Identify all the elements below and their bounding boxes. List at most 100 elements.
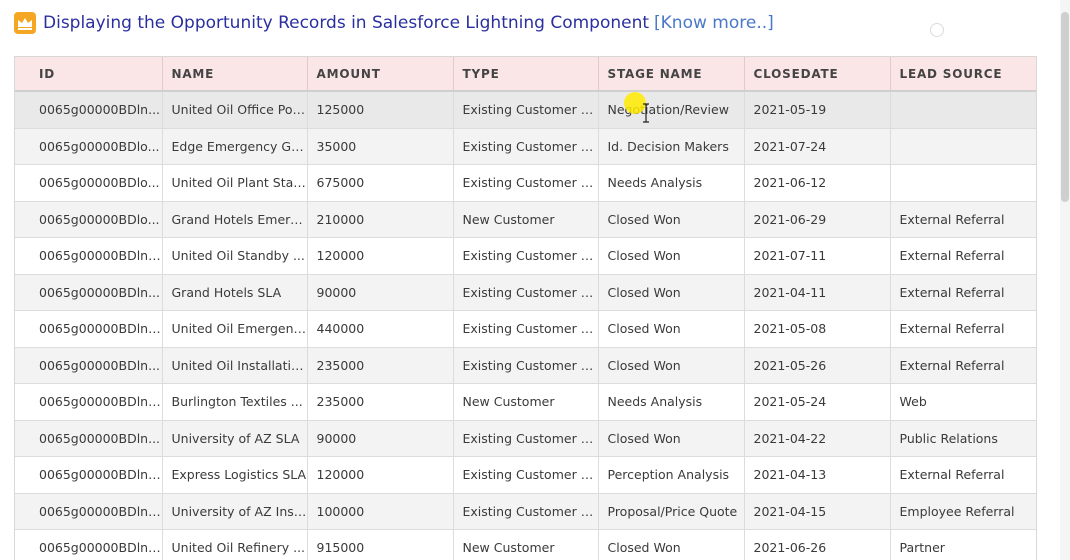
cell-amount: 120000 — [307, 456, 454, 494]
table-row[interactable]: 0065g00000BDlnx... United Oil Emergenc...… — [15, 310, 1036, 348]
cell-amount: 125000 — [307, 91, 454, 129]
cell-closedate: 2021-05-24 — [744, 383, 891, 421]
table-row[interactable]: 0065g00000BDlnz... United Oil Standby ...… — [15, 237, 1036, 275]
cell-name: University of AZ Inst... — [162, 493, 308, 530]
cell-type: New Customer — [453, 201, 599, 238]
cell-stage-name: Closed Won — [598, 529, 745, 560]
cell-name: United Oil Plant Stan... — [162, 164, 308, 202]
cell-name: United Oil Installatio... — [162, 347, 308, 384]
cell-id: 0065g00000BDln... — [15, 347, 163, 384]
cell-lead-source: External Referral — [890, 237, 1036, 275]
cell-closedate: 2021-05-19 — [744, 91, 891, 129]
table-row[interactable]: 0065g00000BDlnt... Express Logistics SLA 1… — [15, 456, 1036, 494]
watermark-icon — [930, 23, 944, 37]
cell-type: Existing Customer - ... — [453, 128, 599, 165]
table-row[interactable]: 0065g00000BDln... Grand Hotels SLA 90000 Ex… — [15, 274, 1036, 311]
cell-name: United Oil Standby ... — [162, 237, 308, 275]
cell-id: 0065g00000BDlo... — [15, 128, 163, 165]
cell-amount: 120000 — [307, 237, 454, 275]
cell-lead-source: Partner — [890, 529, 1036, 560]
cell-type: Existing Customer - ... — [453, 274, 599, 311]
cell-stage-name: Closed Won — [598, 237, 745, 275]
cell-lead-source: External Referral — [890, 347, 1036, 384]
page: Displaying the Opportunity Records in Sa… — [0, 0, 1070, 560]
cell-lead-source — [890, 128, 1036, 165]
cell-type: Existing Customer - ... — [453, 456, 599, 494]
cell-id: 0065g00000BDlnx... — [15, 310, 163, 348]
scrollbar-thumb[interactable] — [1061, 12, 1069, 202]
cell-name: Burlington Textiles ... — [162, 383, 308, 421]
column-header-name[interactable]: NAME — [162, 57, 308, 92]
cell-id: 0065g00000BDlo... — [15, 201, 163, 238]
cell-amount: 235000 — [307, 383, 454, 421]
cell-stage-name: Needs Analysis — [598, 383, 745, 421]
cell-name: Grand Hotels SLA — [162, 274, 308, 311]
table-row[interactable]: 0065g00000BDln... United Oil Office Por..… — [15, 91, 1036, 129]
crown-icon — [14, 12, 36, 34]
cell-lead-source: Employee Referral — [890, 493, 1036, 530]
cell-type: Existing Customer - ... — [453, 310, 599, 348]
cell-stage-name: Closed Won — [598, 420, 745, 457]
page-title: Displaying the Opportunity Records in Sa… — [43, 13, 650, 33]
cell-stage-name: Closed Won — [598, 201, 745, 238]
cell-id: 0065g00000BDlns... — [15, 493, 163, 530]
cell-closedate: 2021-06-26 — [744, 529, 891, 560]
opportunity-table-container: ID NAME AMOUNT TYPE STAGE NAME CLOSEDATE LEAD … — [14, 56, 1037, 560]
cell-lead-source: External Referral — [890, 310, 1036, 348]
cell-amount: 35000 — [307, 128, 454, 165]
text-cursor-icon — [643, 103, 649, 123]
cell-name: Grand Hotels Emerg... — [162, 201, 308, 238]
cell-amount: 235000 — [307, 347, 454, 384]
table-row[interactable]: 0065g00000BDlo... United Oil Plant Stan..… — [15, 164, 1036, 202]
cell-closedate: 2021-05-08 — [744, 310, 891, 348]
cell-lead-source: Public Relations — [890, 420, 1036, 457]
cell-closedate: 2021-04-11 — [744, 274, 891, 311]
cell-name: Express Logistics SLA — [162, 456, 308, 494]
cell-type: Existing Customer - ... — [453, 420, 599, 457]
watermark-logo — [930, 22, 1025, 38]
cell-id: 0065g00000BDln... — [15, 91, 163, 129]
table-row[interactable]: 0065g00000BDlo... Edge Emergency Ge... 350… — [15, 128, 1036, 165]
know-more-link[interactable]: [Know more..] — [654, 13, 774, 33]
cell-amount: 675000 — [307, 164, 454, 202]
cell-amount: 90000 — [307, 420, 454, 457]
table-body: 0065g00000BDln... United Oil Office Por..… — [15, 91, 1036, 560]
cell-type: Existing Customer - ... — [453, 91, 599, 129]
column-header-closedate[interactable]: CLOSEDATE — [744, 57, 891, 92]
table-row[interactable]: 0065g00000BDln... United Oil Installatio.… — [15, 347, 1036, 384]
cell-lead-source — [890, 164, 1036, 202]
column-header-stage-name[interactable]: STAGE NAME — [598, 57, 745, 92]
cell-amount: 440000 — [307, 310, 454, 348]
cell-stage-name: Id. Decision Makers — [598, 128, 745, 165]
cell-stage-name: Negotiation/Review — [598, 91, 745, 129]
vertical-scrollbar[interactable] — [1060, 0, 1070, 560]
cell-amount: 100000 — [307, 493, 454, 530]
cell-closedate: 2021-06-29 — [744, 201, 891, 238]
cell-lead-source: Web — [890, 383, 1036, 421]
cell-stage-name: Closed Won — [598, 274, 745, 311]
table-row[interactable]: 0065g00000BDlnr... United Oil Refinery ..… — [15, 529, 1036, 560]
cell-id: 0065g00000BDln... — [15, 274, 163, 311]
cell-amount: 90000 — [307, 274, 454, 311]
table-row[interactable]: 0065g00000BDln... University of AZ SLA 900… — [15, 420, 1036, 457]
table-header-row: ID NAME AMOUNT TYPE STAGE NAME CLOSEDATE LEAD … — [15, 57, 1036, 92]
cell-name: United Oil Emergenc... — [162, 310, 308, 348]
cell-closedate: 2021-04-13 — [744, 456, 891, 494]
cell-stage-name: Perception Analysis — [598, 456, 745, 494]
column-header-amount[interactable]: AMOUNT — [307, 57, 454, 92]
column-header-lead-source[interactable]: LEAD SOURCE — [890, 57, 1036, 92]
column-header-id[interactable]: ID — [15, 57, 163, 92]
cell-id: 0065g00000BDlnt... — [15, 456, 163, 494]
cell-amount: 210000 — [307, 201, 454, 238]
cell-closedate: 2021-07-11 — [744, 237, 891, 275]
table-row[interactable]: 0065g00000BDlns... University of AZ Inst.… — [15, 493, 1036, 530]
cell-lead-source: External Referral — [890, 456, 1036, 494]
cell-type: New Customer — [453, 383, 599, 421]
cell-id: 0065g00000BDlnz... — [15, 237, 163, 275]
cell-lead-source: External Referral — [890, 201, 1036, 238]
table-row[interactable]: 0065g00000BDlnv... Burlington Textiles ..… — [15, 383, 1036, 421]
cell-lead-source: External Referral — [890, 274, 1036, 311]
column-header-type[interactable]: TYPE — [453, 57, 599, 92]
cell-lead-source — [890, 91, 1036, 129]
table-row[interactable]: 0065g00000BDlo... Grand Hotels Emerg... 21… — [15, 201, 1036, 238]
